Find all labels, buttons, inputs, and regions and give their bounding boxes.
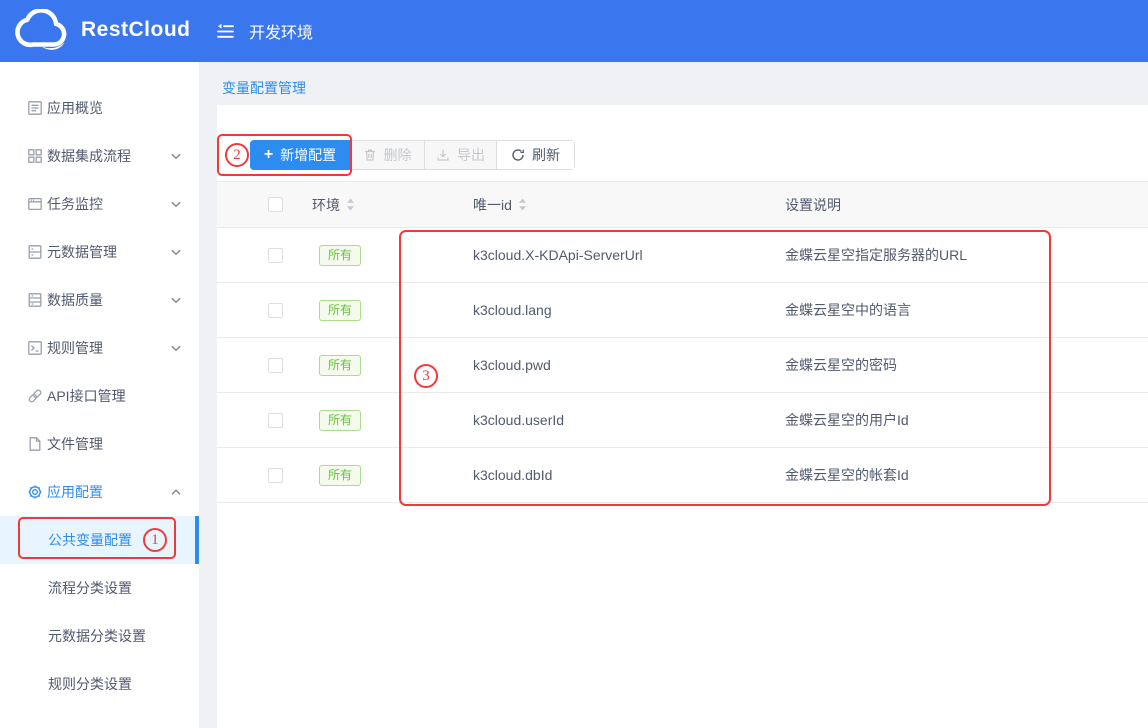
content-panel: + 新增配置 删除 导出 刷新 <box>217 105 1148 728</box>
config-id: k3cloud.lang <box>457 302 777 318</box>
sidebar-subitem-label: 公共变量配置 <box>48 530 132 550</box>
monitor-icon <box>27 196 43 212</box>
env-tag: 所有 <box>319 465 361 486</box>
sidebar-item-label: 应用概览 <box>47 98 103 118</box>
plus-icon: + <box>264 148 273 162</box>
sidebar-item-label: 数据集成流程 <box>47 146 131 166</box>
config-id: k3cloud.dbId <box>457 467 777 483</box>
env-tag: 所有 <box>319 410 361 431</box>
config-desc: 金蝶云星空的帐套Id <box>777 465 1148 485</box>
config-table: 环境 唯一id 设置说明 所有 k3cloud.X-KDApi-ServerUr… <box>217 181 1148 503</box>
sidebar-item-task-monitor[interactable]: 任务监控 <box>0 180 199 228</box>
sidebar-item-label: 任务监控 <box>47 194 103 214</box>
sidebar-item-label: 元数据管理 <box>47 242 117 262</box>
row-checkbox[interactable] <box>268 468 283 483</box>
config-id: k3cloud.userId <box>457 412 777 428</box>
row-checkbox[interactable] <box>268 358 283 373</box>
env-tag: 所有 <box>319 245 361 266</box>
sidebar-item-label: 规则管理 <box>47 338 103 358</box>
column-header-env: 环境 <box>312 195 340 215</box>
env-tag: 所有 <box>319 355 361 376</box>
config-desc: 金蝶云星空中的语言 <box>777 300 1148 320</box>
add-config-button[interactable]: + 新增配置 <box>250 140 350 170</box>
table-row: 所有 k3cloud.dbId 金蝶云星空的帐套Id <box>217 448 1148 503</box>
config-id: k3cloud.X-KDApi-ServerUrl <box>457 247 777 263</box>
sidebar-item-file-mgmt[interactable]: 文件管理 <box>0 420 199 468</box>
table-header-row: 环境 唯一id 设置说明 <box>217 181 1148 228</box>
sort-icon[interactable] <box>518 198 527 211</box>
sidebar-item-data-quality[interactable]: 数据质量 <box>0 276 199 324</box>
export-button[interactable]: 导出 <box>424 141 496 169</box>
chevron-up-icon <box>171 489 181 496</box>
brand-logo: RestCloud <box>14 9 191 51</box>
sidebar-item-app-config[interactable]: 应用配置 <box>0 468 199 516</box>
config-desc: 金蝶云星空的用户Id <box>777 410 1148 430</box>
overview-icon <box>27 100 43 116</box>
annotation-circle-2: 2 <box>225 143 249 167</box>
trash-icon <box>363 148 377 162</box>
sidebar-subitem-public-variable-config[interactable]: 公共变量配置 <box>0 516 199 564</box>
sidebar-item-label: 数据质量 <box>47 290 103 310</box>
delete-label: 删除 <box>384 145 412 165</box>
breadcrumb[interactable]: 变量配置管理 <box>222 78 306 98</box>
config-desc: 金蝶云星空的密码 <box>777 355 1148 375</box>
app-header: RestCloud 开发环境 <box>0 0 1148 62</box>
sidebar-item-label: API接口管理 <box>47 386 126 406</box>
menu-collapse-icon[interactable] <box>216 22 235 41</box>
env-tag: 所有 <box>319 300 361 321</box>
sidebar-item-api-mgmt[interactable]: API接口管理 <box>0 372 199 420</box>
config-desc: 金蝶云星空指定服务器的URL <box>777 245 1148 265</box>
row-checkbox[interactable] <box>268 413 283 428</box>
integration-grid-icon <box>27 148 43 164</box>
select-all-checkbox[interactable] <box>268 197 283 212</box>
chevron-down-icon <box>171 201 181 208</box>
cloud-logo-icon <box>14 9 72 51</box>
metadata-server-icon <box>27 244 43 260</box>
refresh-label: 刷新 <box>532 145 560 165</box>
quality-server-icon <box>27 292 43 308</box>
download-icon <box>436 148 450 162</box>
column-header-id: 唯一id <box>473 195 512 215</box>
sort-icon[interactable] <box>346 198 355 211</box>
sidebar-item-label: 文件管理 <box>47 434 103 454</box>
sidebar-subitem-label: 元数据分类设置 <box>48 626 146 646</box>
brand-name: RestCloud <box>81 18 191 42</box>
sidebar-item-label: 应用配置 <box>47 482 103 502</box>
refresh-icon <box>511 148 525 162</box>
active-indicator-bar <box>195 516 199 564</box>
refresh-button[interactable]: 刷新 <box>496 141 574 169</box>
config-id: k3cloud.pwd <box>457 357 777 373</box>
sidebar-subitem-metadata-category[interactable]: 元数据分类设置 <box>0 612 199 660</box>
sidebar-subitem-label: 流程分类设置 <box>48 578 132 598</box>
column-header-desc: 设置说明 <box>785 197 841 213</box>
table-row: 所有 k3cloud.X-KDApi-ServerUrl 金蝶云星空指定服务器的… <box>217 228 1148 283</box>
sidebar-item-rule-mgmt[interactable]: 规则管理 <box>0 324 199 372</box>
chevron-down-icon <box>171 249 181 256</box>
sidebar-subitem-label: 规则分类设置 <box>48 674 132 694</box>
sidebar: 应用概览 数据集成流程 任务监控 <box>0 62 199 728</box>
sidebar-item-app-overview[interactable]: 应用概览 <box>0 84 199 132</box>
gear-icon <box>27 484 43 500</box>
row-checkbox[interactable] <box>268 248 283 263</box>
chevron-down-icon <box>171 153 181 160</box>
link-icon <box>27 388 43 404</box>
table-row: 所有 k3cloud.pwd 金蝶云星空的密码 <box>217 338 1148 393</box>
sidebar-subitem-rule-category[interactable]: 规则分类设置 <box>0 660 199 708</box>
delete-button[interactable]: 删除 <box>350 141 424 169</box>
sidebar-subitem-process-category[interactable]: 流程分类设置 <box>0 564 199 612</box>
export-label: 导出 <box>457 145 485 165</box>
sidebar-item-data-integration[interactable]: 数据集成流程 <box>0 132 199 180</box>
chevron-down-icon <box>171 345 181 352</box>
add-config-label: 新增配置 <box>280 145 336 165</box>
table-row: 所有 k3cloud.userId 金蝶云星空的用户Id <box>217 393 1148 448</box>
environment-title: 开发环境 <box>249 24 313 43</box>
toolbar: + 新增配置 删除 导出 刷新 <box>250 140 575 170</box>
file-icon <box>27 436 43 452</box>
row-checkbox[interactable] <box>268 303 283 318</box>
table-row: 所有 k3cloud.lang 金蝶云星空中的语言 <box>217 283 1148 338</box>
sidebar-item-metadata-mgmt[interactable]: 元数据管理 <box>0 228 199 276</box>
terminal-icon <box>27 340 43 356</box>
chevron-down-icon <box>171 297 181 304</box>
